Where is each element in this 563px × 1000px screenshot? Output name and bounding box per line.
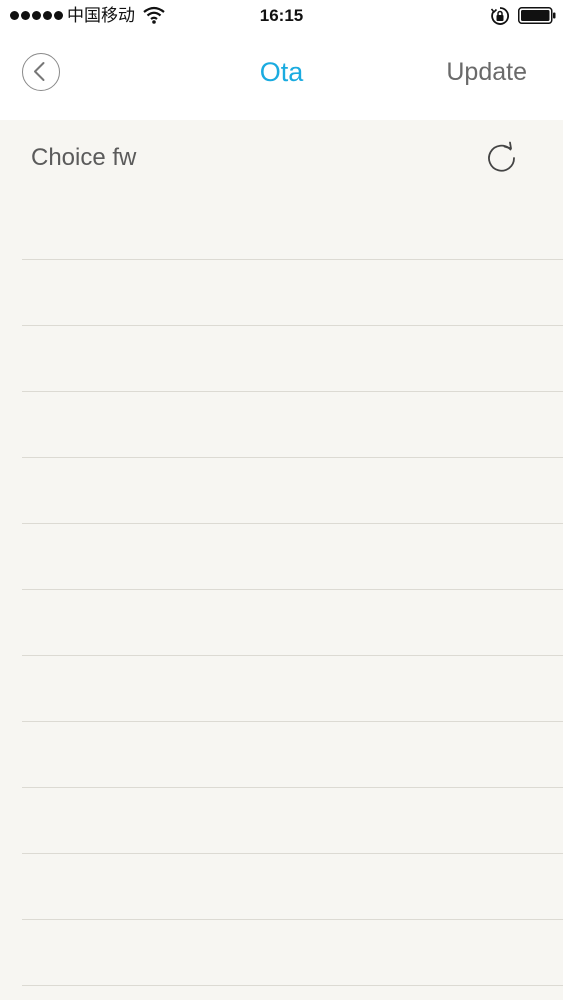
- list-item[interactable]: [22, 788, 563, 854]
- navigation-bar: Ota Update: [0, 32, 563, 120]
- firmware-list: [22, 194, 563, 986]
- rotation-lock-icon: [490, 7, 509, 25]
- list-item[interactable]: [22, 392, 563, 458]
- list-item[interactable]: [22, 524, 563, 590]
- list-item[interactable]: [22, 656, 563, 722]
- status-bar: 中国移动 16:15: [0, 0, 563, 32]
- choice-fw-label: Choice fw: [31, 144, 137, 171]
- list-item[interactable]: [22, 194, 563, 260]
- refresh-icon[interactable]: [484, 140, 520, 176]
- update-button[interactable]: Update: [446, 56, 527, 88]
- list-item[interactable]: [22, 854, 563, 920]
- list-item[interactable]: [22, 590, 563, 656]
- list-item[interactable]: [22, 722, 563, 788]
- battery-icon: [518, 7, 556, 24]
- firmware-header: Choice fw: [0, 120, 563, 194]
- status-time: 16:15: [259, 6, 304, 25]
- list-item[interactable]: [22, 260, 563, 326]
- list-item[interactable]: [22, 326, 563, 392]
- list-item[interactable]: [22, 458, 563, 524]
- list-item[interactable]: [22, 920, 563, 986]
